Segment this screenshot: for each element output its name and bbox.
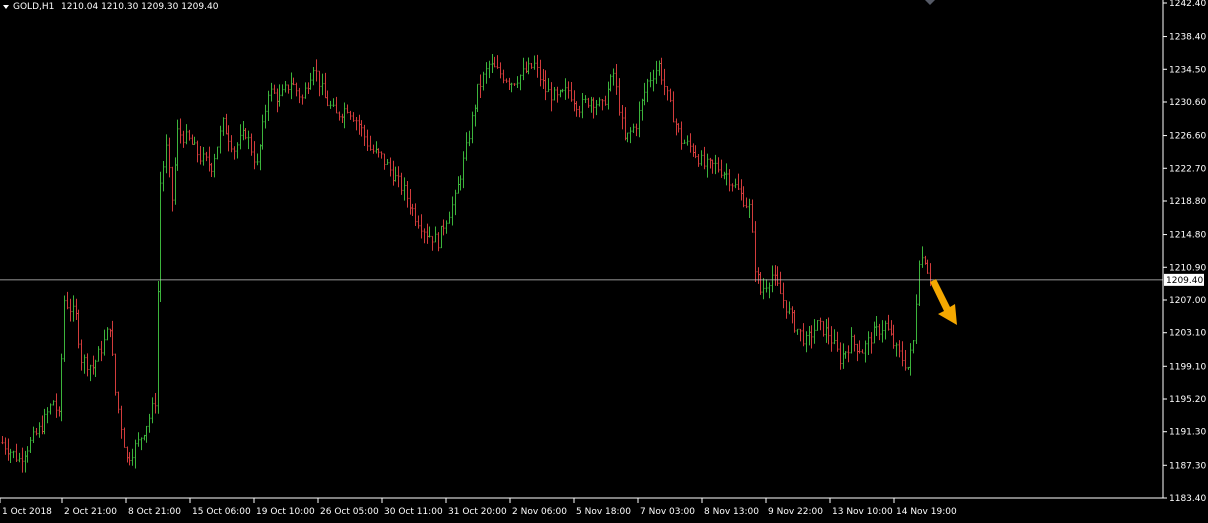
y-tick-label: 1218.80 — [1169, 197, 1206, 207]
y-tick-label: 1187.30 — [1169, 461, 1206, 471]
x-tick-label: 5 Nov 18:00 — [576, 507, 631, 517]
x-tick-label: 7 Nov 03:00 — [640, 507, 695, 517]
symbol-label: GOLD,H1 — [13, 2, 54, 12]
y-tick-label: 1230.60 — [1169, 98, 1206, 108]
y-tick-label: 1199.10 — [1169, 362, 1206, 372]
x-tick-label: 14 Nov 19:00 — [896, 507, 957, 517]
x-tick-label: 19 Oct 10:00 — [256, 507, 315, 517]
current-price-label: 1209.40 — [1166, 276, 1203, 286]
symbol-header: GOLD,H1 1210.04 1210.30 1209.30 1209.40 — [3, 2, 219, 12]
x-tick-label: 9 Nov 22:00 — [768, 507, 823, 517]
x-tick-label: 30 Oct 11:00 — [384, 507, 443, 517]
y-tick-label: 1234.50 — [1169, 65, 1206, 75]
y-tick-label: 1238.40 — [1169, 33, 1206, 43]
y-tick-label: 1210.90 — [1169, 263, 1206, 273]
y-tick-label: 1222.70 — [1169, 164, 1206, 174]
x-tick-label: 26 Oct 05:00 — [320, 507, 379, 517]
chart-background — [0, 0, 1208, 523]
y-tick-label: 1203.10 — [1169, 329, 1206, 339]
x-tick-label: 31 Oct 20:00 — [448, 507, 507, 517]
y-tick-label: 1183.40 — [1169, 494, 1206, 504]
y-tick-label: 1242.40 — [1169, 0, 1206, 9]
x-tick-label: 15 Oct 06:00 — [192, 507, 251, 517]
current-price-box: 1209.40 — [1164, 273, 1204, 286]
x-tick-label: 2 Oct 21:00 — [64, 507, 117, 517]
x-tick-label: 8 Nov 13:00 — [704, 507, 759, 517]
y-tick-label: 1207.00 — [1169, 296, 1206, 306]
x-tick-label: 13 Nov 10:00 — [832, 507, 893, 517]
y-tick-label: 1214.80 — [1169, 231, 1206, 241]
y-tick-label: 1191.30 — [1169, 428, 1206, 438]
x-tick-label: 8 Oct 21:00 — [128, 507, 181, 517]
price-chart[interactable]: GOLD,H1 1210.04 1210.30 1209.30 1209.40 … — [0, 0, 1208, 523]
y-tick-label: 1195.20 — [1169, 395, 1206, 405]
y-tick-label: 1226.60 — [1169, 132, 1206, 142]
x-tick-label: 2 Nov 06:00 — [512, 507, 567, 517]
x-tick-label: 1 Oct 2018 — [2, 507, 52, 517]
ohlc-values: 1210.04 1210.30 1209.30 1209.40 — [61, 2, 219, 12]
